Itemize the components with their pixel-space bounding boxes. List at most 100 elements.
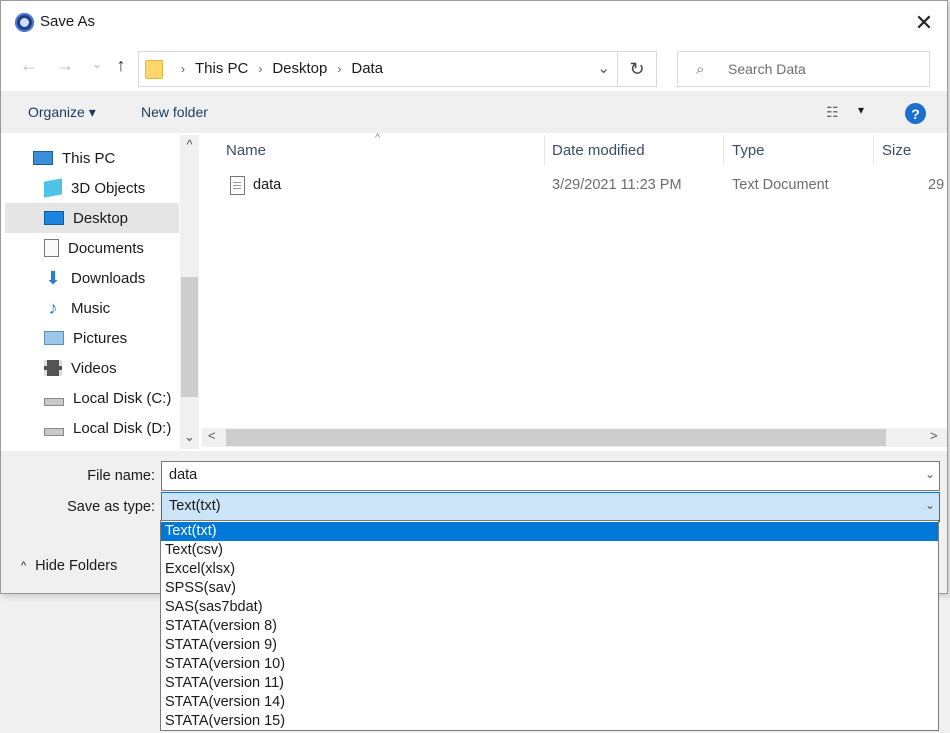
file-name-value: data xyxy=(169,467,198,483)
sidebar-item-label: Local Disk (C:) xyxy=(73,389,172,407)
view-dropdown-icon[interactable]: ▾ xyxy=(858,103,864,117)
sidebar-item-label: Downloads xyxy=(71,269,146,287)
text-document-icon xyxy=(230,176,245,195)
file-name-field[interactable]: data ⌄ xyxy=(161,461,940,491)
sidebar-scrollbar[interactable]: ^ ⌄ xyxy=(180,135,199,449)
file-list-scrollbar[interactable]: < > xyxy=(202,428,947,447)
file-type: Text Document xyxy=(732,177,829,193)
folder-icon xyxy=(145,60,163,79)
chevron-up-icon: ^ xyxy=(21,560,27,572)
pictures-icon xyxy=(44,331,64,345)
organize-button[interactable]: Organize ▾ xyxy=(28,104,96,121)
navigation-row: ← → ⌄ ↑ › This PC › Desktop › Data ⌄ ↻ ⌕… xyxy=(1,47,947,89)
save-as-dialog: Save As ✕ ← → ⌄ ↑ › This PC › Desktop › … xyxy=(0,0,948,594)
scroll-up-icon[interactable]: ^ xyxy=(180,137,199,152)
sidebar-item-label: Desktop xyxy=(73,209,129,227)
save-as-type-select[interactable]: Text(txt) ⌄ xyxy=(161,492,940,522)
column-divider[interactable] xyxy=(723,135,724,165)
chevron-down-icon[interactable]: ⌄ xyxy=(925,498,935,512)
back-button[interactable]: ← xyxy=(17,55,41,76)
option-stata-version-10[interactable]: STATA(version 10) xyxy=(161,655,938,674)
column-header-name[interactable]: Name xyxy=(226,135,266,165)
search-input[interactable]: ⌕ Search Data xyxy=(677,51,930,87)
file-name: data xyxy=(253,177,282,193)
forward-arrow-icon: → xyxy=(56,55,74,75)
sidebar-item-desktop[interactable]: Desktop xyxy=(5,203,179,233)
window-title: Save As xyxy=(40,13,96,30)
forward-button[interactable]: → xyxy=(53,55,77,76)
option-excel-xlsx[interactable]: Excel(xlsx) xyxy=(161,560,938,579)
navigation-pane: This PC 3D Objects Desktop Documents ⬇ D… xyxy=(1,135,201,449)
scroll-down-icon[interactable]: ⌄ xyxy=(180,429,199,445)
option-spss-sav[interactable]: SPSS(sav) xyxy=(161,579,938,598)
file-size: 29 xyxy=(928,177,945,193)
3d-objects-icon xyxy=(44,178,62,198)
disk-icon xyxy=(44,398,64,406)
file-list: ^ Name Date modified Type Size data 3/29… xyxy=(202,132,947,449)
scroll-right-icon[interactable]: > xyxy=(930,428,938,443)
address-bar[interactable]: › This PC › Desktop › Data ⌄ ↻ xyxy=(138,51,657,87)
command-bar: Organize ▾ New folder ☷ ▾ ? xyxy=(1,91,947,133)
save-as-type-options: Text(txt) Text(csv) Excel(xlsx) SPSS(sav… xyxy=(160,520,939,731)
file-row[interactable]: data 3/29/2021 11:23 PM Text Document 29 xyxy=(202,173,947,199)
option-stata-version-8[interactable]: STATA(version 8) xyxy=(161,617,938,636)
breadcrumb: › This PC › Desktop › Data xyxy=(171,60,383,77)
title-bar: Save As ✕ xyxy=(1,1,947,45)
file-date-modified: 3/29/2021 11:23 PM xyxy=(552,177,682,193)
hide-folders-label: Hide Folders xyxy=(35,558,118,574)
sidebar-item-label: Videos xyxy=(71,359,117,377)
desktop-icon xyxy=(44,211,64,225)
scrollbar-thumb[interactable] xyxy=(181,277,198,397)
sidebar-item-label: 3D Objects xyxy=(71,179,146,197)
new-folder-button[interactable]: New folder xyxy=(141,104,208,120)
chevron-down-icon[interactable]: ⌄ xyxy=(925,467,935,481)
breadcrumb-data[interactable]: Data xyxy=(351,60,383,77)
sidebar-item-label: Local Disk (D:) xyxy=(73,419,172,437)
breadcrumb-separator-icon[interactable]: › xyxy=(337,62,341,76)
column-divider[interactable] xyxy=(873,135,874,165)
sidebar-item-label: Documents xyxy=(68,239,144,257)
close-icon: ✕ xyxy=(914,10,934,35)
sidebar-item-label: Music xyxy=(71,299,111,317)
sidebar-item-label: Pictures xyxy=(73,329,128,347)
videos-icon xyxy=(44,360,62,376)
close-button[interactable]: ✕ xyxy=(901,1,947,45)
sidebar-item-label: This PC xyxy=(62,149,116,167)
pc-icon xyxy=(33,151,53,165)
save-as-type-label: Save as type: xyxy=(67,499,155,515)
option-stata-version-15[interactable]: STATA(version 15) xyxy=(161,712,938,731)
refresh-button[interactable]: ↻ xyxy=(617,52,656,86)
column-header-size[interactable]: Size xyxy=(882,135,911,165)
recent-locations-button[interactable]: ⌄ xyxy=(85,57,109,71)
save-as-type-value: Text(txt) xyxy=(169,498,221,514)
sort-ascending-icon: ^ xyxy=(375,132,381,144)
option-text-csv[interactable]: Text(csv) xyxy=(161,541,938,560)
breadcrumb-separator-icon[interactable]: › xyxy=(181,62,185,76)
option-sas-sas7bdat[interactable]: SAS(sas7bdat) xyxy=(161,598,938,617)
back-arrow-icon: ← xyxy=(20,55,38,75)
breadcrumb-this-pc[interactable]: This PC xyxy=(195,60,248,77)
column-header-date-modified[interactable]: Date modified xyxy=(552,135,645,165)
search-icon: ⌕ xyxy=(696,61,705,78)
address-dropdown-icon[interactable]: ⌄ xyxy=(597,59,610,77)
breadcrumb-separator-icon[interactable]: › xyxy=(258,62,262,76)
scroll-left-icon[interactable]: < xyxy=(208,428,216,443)
music-icon: ♪ xyxy=(48,298,58,318)
up-button[interactable]: ↑ xyxy=(109,55,133,76)
option-stata-version-9[interactable]: STATA(version 9) xyxy=(161,636,938,655)
column-divider[interactable] xyxy=(544,135,545,165)
help-icon[interactable]: ? xyxy=(905,103,926,124)
option-stata-version-14[interactable]: STATA(version 14) xyxy=(161,693,938,712)
hide-folders-button[interactable]: ^ Hide Folders xyxy=(21,558,117,574)
refresh-icon: ↻ xyxy=(629,58,645,79)
column-header-type[interactable]: Type xyxy=(732,135,765,165)
scrollbar-thumb[interactable] xyxy=(226,429,886,446)
up-arrow-icon: ↑ xyxy=(116,55,126,75)
breadcrumb-desktop[interactable]: Desktop xyxy=(272,60,327,77)
search-placeholder: Search Data xyxy=(728,61,806,77)
option-stata-version-11[interactable]: STATA(version 11) xyxy=(161,674,938,693)
view-options-icon[interactable]: ☷ xyxy=(826,104,839,121)
app-icon xyxy=(15,13,34,32)
documents-icon xyxy=(44,239,59,257)
option-text-txt[interactable]: Text(txt) xyxy=(161,522,938,541)
